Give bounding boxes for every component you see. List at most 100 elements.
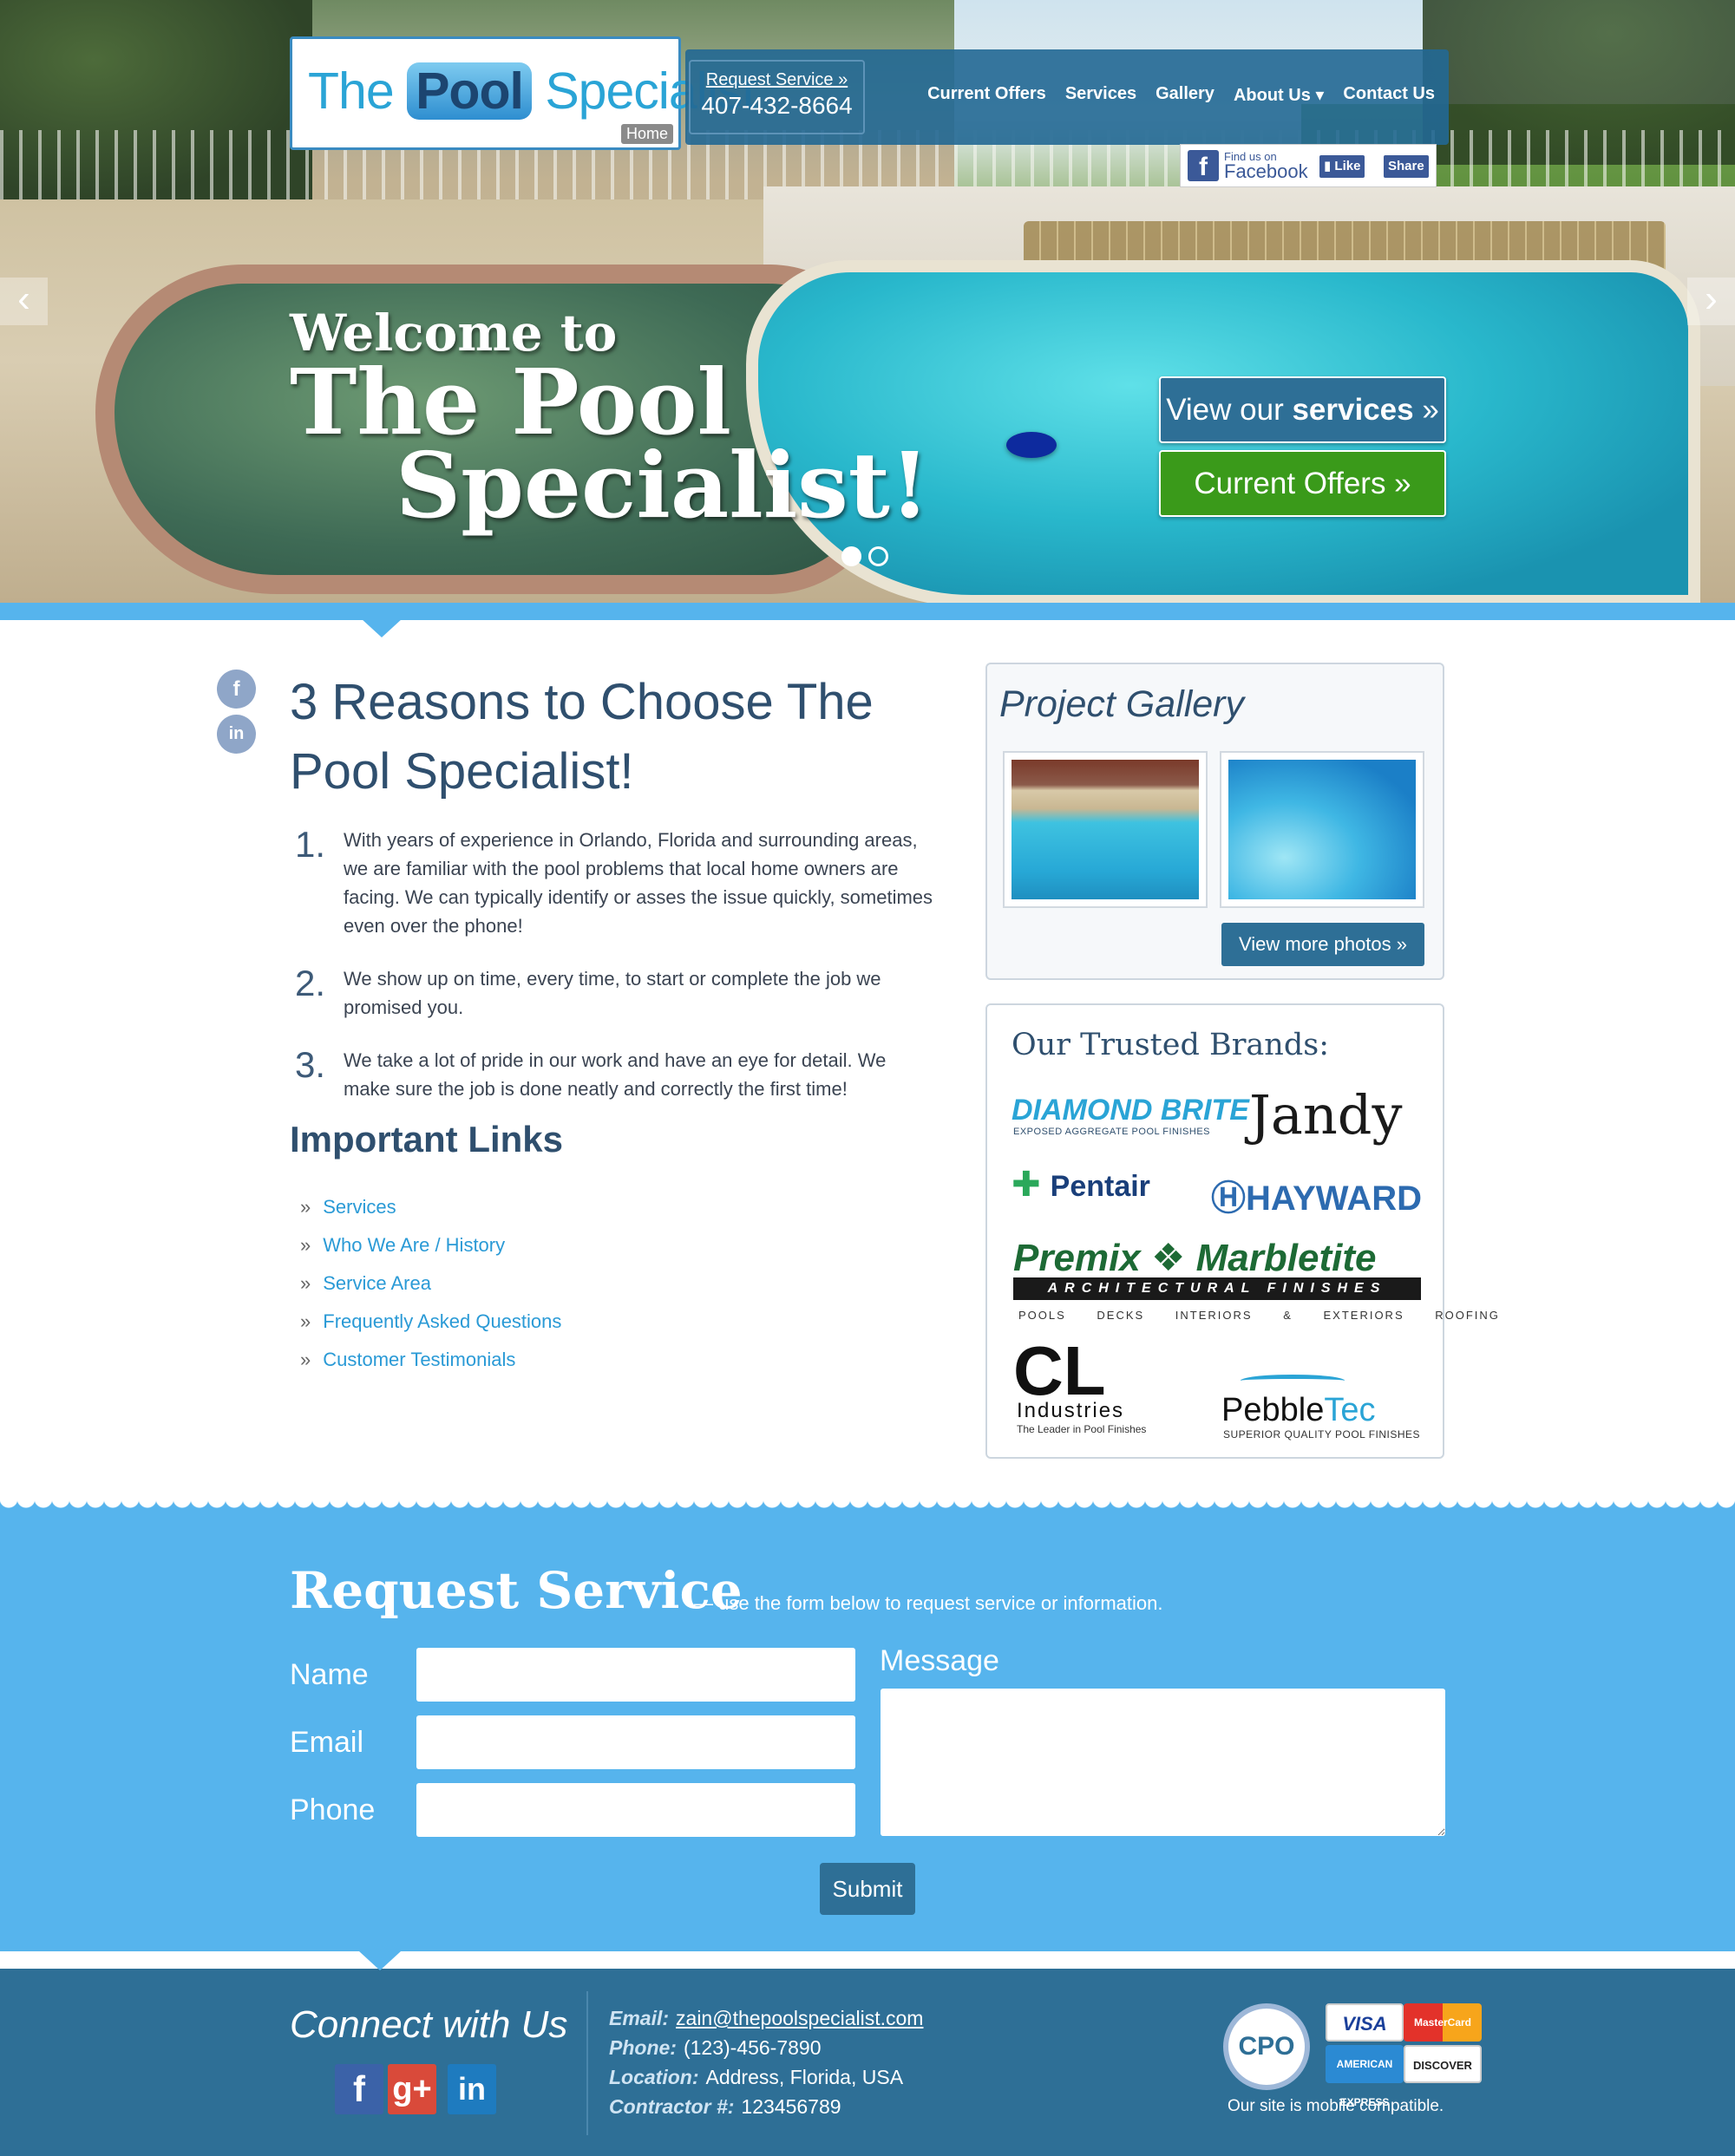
reason-item: 1. With years of experience in Orlando, … xyxy=(295,824,937,940)
cl-industries-name: Industries xyxy=(1017,1399,1125,1422)
view-more-photos-button[interactable]: View more photos » xyxy=(1221,923,1424,966)
mobile-compatible-note: Our site is mobile compatible. xyxy=(1228,2097,1444,2115)
jandy-logo: Jandy xyxy=(1249,1083,1403,1147)
hayward-logo: ⒽHAYWARD xyxy=(1211,1170,1422,1220)
facebook-bar: f Find us on Facebook ▮ Like Share xyxy=(1180,144,1437,187)
discover-card-icon: DISCOVER xyxy=(1404,2045,1482,2083)
facebook-like-label: Like xyxy=(1334,159,1361,173)
visa-card-icon: VISA xyxy=(1326,2003,1404,2042)
contact-info: Email: zain@thepoolspecialist.com Phone: (… xyxy=(609,2003,923,2121)
slider-next-button[interactable]: › xyxy=(1687,278,1735,325)
bullet-icon: » xyxy=(300,1272,311,1294)
contact-phone-key: Phone: xyxy=(609,2036,677,2059)
slider-dots xyxy=(841,546,888,566)
view-services-bold: services xyxy=(1292,393,1414,427)
reason-text: With years of experience in Orlando, Flo… xyxy=(344,829,933,937)
name-field[interactable] xyxy=(416,1648,855,1702)
cl-industries-logo: CL xyxy=(1013,1332,1106,1409)
facebook-share-button[interactable]: Share xyxy=(1384,155,1429,178)
link-item: » Who We Are / History xyxy=(300,1226,561,1264)
nav-services[interactable]: Services xyxy=(1065,84,1136,106)
phone-field[interactable] xyxy=(416,1783,855,1837)
nav-links: Current Offers Services Gallery About Us… xyxy=(927,84,1435,106)
request-service-phone-box[interactable]: Request Service » 407-432-8664 xyxy=(689,60,865,134)
facebook-like-button[interactable]: ▮ Like xyxy=(1319,155,1365,178)
hayward-text: HAYWARD xyxy=(1246,1179,1422,1218)
important-links-list: » Services » Who We Are / History » Service… xyxy=(300,1188,561,1379)
linkedin-icon[interactable]: in xyxy=(448,2064,496,2114)
request-service-link[interactable]: Request Service » xyxy=(691,70,863,90)
premix-marbletite-tagline: POOLS DECKS INTERIORS & EXTERIORS ROOFIN… xyxy=(1018,1309,1500,1322)
chevron-right-icon: › xyxy=(1705,278,1718,320)
email-label: Email xyxy=(290,1726,364,1759)
bullet-icon: » xyxy=(300,1196,311,1218)
reason-text: We take a lot of pride in our work and h… xyxy=(344,1049,887,1100)
link-testimonials[interactable]: Customer Testimonials xyxy=(323,1349,515,1370)
gallery-title: Project Gallery xyxy=(999,683,1244,725)
amex-card-icon: AMERICAN EXPRESS xyxy=(1326,2045,1404,2108)
contact-contractor-row: Contractor #: 123456789 xyxy=(609,2092,923,2121)
reasons-title: 3 Reasons to Choose The Pool Specialist! xyxy=(290,674,874,800)
link-item: » Customer Testimonials xyxy=(300,1341,561,1379)
email-field[interactable] xyxy=(416,1715,855,1769)
view-services-button[interactable]: View our services » xyxy=(1159,376,1446,443)
link-item: » Frequently Asked Questions xyxy=(300,1303,561,1341)
gallery-thumbnail[interactable] xyxy=(1220,751,1424,908)
share-linkedin-icon[interactable]: in xyxy=(217,715,256,754)
link-service-area[interactable]: Service Area xyxy=(323,1272,431,1294)
pebbletec-tagline: SUPERIOR QUALITY POOL FINISHES xyxy=(1223,1428,1421,1441)
cpo-certified-badge: CPO xyxy=(1223,2003,1310,2090)
premix-marbletite-logo: Premix ❖ Marbletite xyxy=(1013,1237,1377,1279)
contact-location-row: Location: Address, Florida, USA xyxy=(609,2062,923,2092)
phone-label: Phone xyxy=(290,1793,376,1826)
submit-button[interactable]: Submit xyxy=(820,1863,915,1915)
gallery-thumbnail[interactable] xyxy=(1003,751,1208,908)
logo-link[interactable]: The Pool Specialist Home xyxy=(290,36,756,150)
reason-number: 3. xyxy=(295,1044,326,1085)
request-service-title: Request Service xyxy=(290,1561,743,1620)
facebook-icon[interactable]: f xyxy=(335,2064,383,2114)
bullet-icon: » xyxy=(300,1310,311,1332)
nav-about-us[interactable]: About Us ▾ xyxy=(1234,84,1324,106)
logo-text-pool: Pool xyxy=(407,62,532,120)
main-navbar: Request Service » 407-432-8664 Current O… xyxy=(685,49,1449,145)
link-item: » Services xyxy=(300,1188,561,1226)
link-who-we-are[interactable]: Who We Are / History xyxy=(323,1234,505,1256)
google-plus-icon[interactable]: g+ xyxy=(388,2064,436,2114)
view-services-prefix: View our xyxy=(1166,393,1293,427)
message-field[interactable] xyxy=(881,1689,1445,1836)
link-faq[interactable]: Frequently Asked Questions xyxy=(323,1310,561,1332)
current-offers-button[interactable]: Current Offers » xyxy=(1159,450,1446,517)
reasons-list: 1. With years of experience in Orlando, … xyxy=(295,824,937,1126)
slider-dot-1[interactable] xyxy=(841,546,861,566)
pentair-icon: ✚ xyxy=(1012,1166,1051,1204)
pentair-text: Pentair xyxy=(1050,1170,1150,1203)
hero-line-3: Specialist! xyxy=(396,432,930,539)
pebbletec-text-tec: Tec xyxy=(1324,1392,1376,1428)
facebook-icon: ▮ xyxy=(1324,159,1335,173)
link-item: » Service Area xyxy=(300,1264,561,1303)
contact-location-key: Location: xyxy=(609,2066,699,2088)
slider-prev-button[interactable]: ‹ xyxy=(0,278,48,325)
contact-email-link[interactable]: zain@thepoolspecialist.com xyxy=(676,2007,923,2029)
separator-notch xyxy=(361,618,403,637)
phone-number[interactable]: 407-432-8664 xyxy=(691,92,863,120)
share-facebook-icon[interactable]: f xyxy=(217,670,256,709)
nav-gallery[interactable]: Gallery xyxy=(1156,84,1214,106)
nav-current-offers[interactable]: Current Offers xyxy=(927,84,1046,106)
bullet-icon: » xyxy=(300,1234,311,1256)
contact-phone-value: (123)-456-7890 xyxy=(683,2036,822,2059)
nav-contact-us[interactable]: Contact Us xyxy=(1343,84,1435,106)
hayward-icon: Ⓗ xyxy=(1211,1179,1246,1218)
name-label: Name xyxy=(290,1658,369,1691)
reason-number: 1. xyxy=(295,824,326,865)
cl-industries-tagline: The Leader in Pool Finishes xyxy=(1017,1423,1147,1435)
important-links-title: Important Links xyxy=(290,1119,564,1160)
connect-title: Connect with Us xyxy=(290,2003,568,2046)
link-services[interactable]: Services xyxy=(323,1196,396,1218)
pool-photo xyxy=(1012,760,1199,899)
reason-text: We show up on time, every time, to start… xyxy=(344,968,881,1018)
facebook-find-us-link[interactable]: f Find us on Facebook xyxy=(1188,150,1308,181)
contact-contractor-key: Contractor #: xyxy=(609,2095,735,2118)
slider-dot-2[interactable] xyxy=(868,546,888,566)
